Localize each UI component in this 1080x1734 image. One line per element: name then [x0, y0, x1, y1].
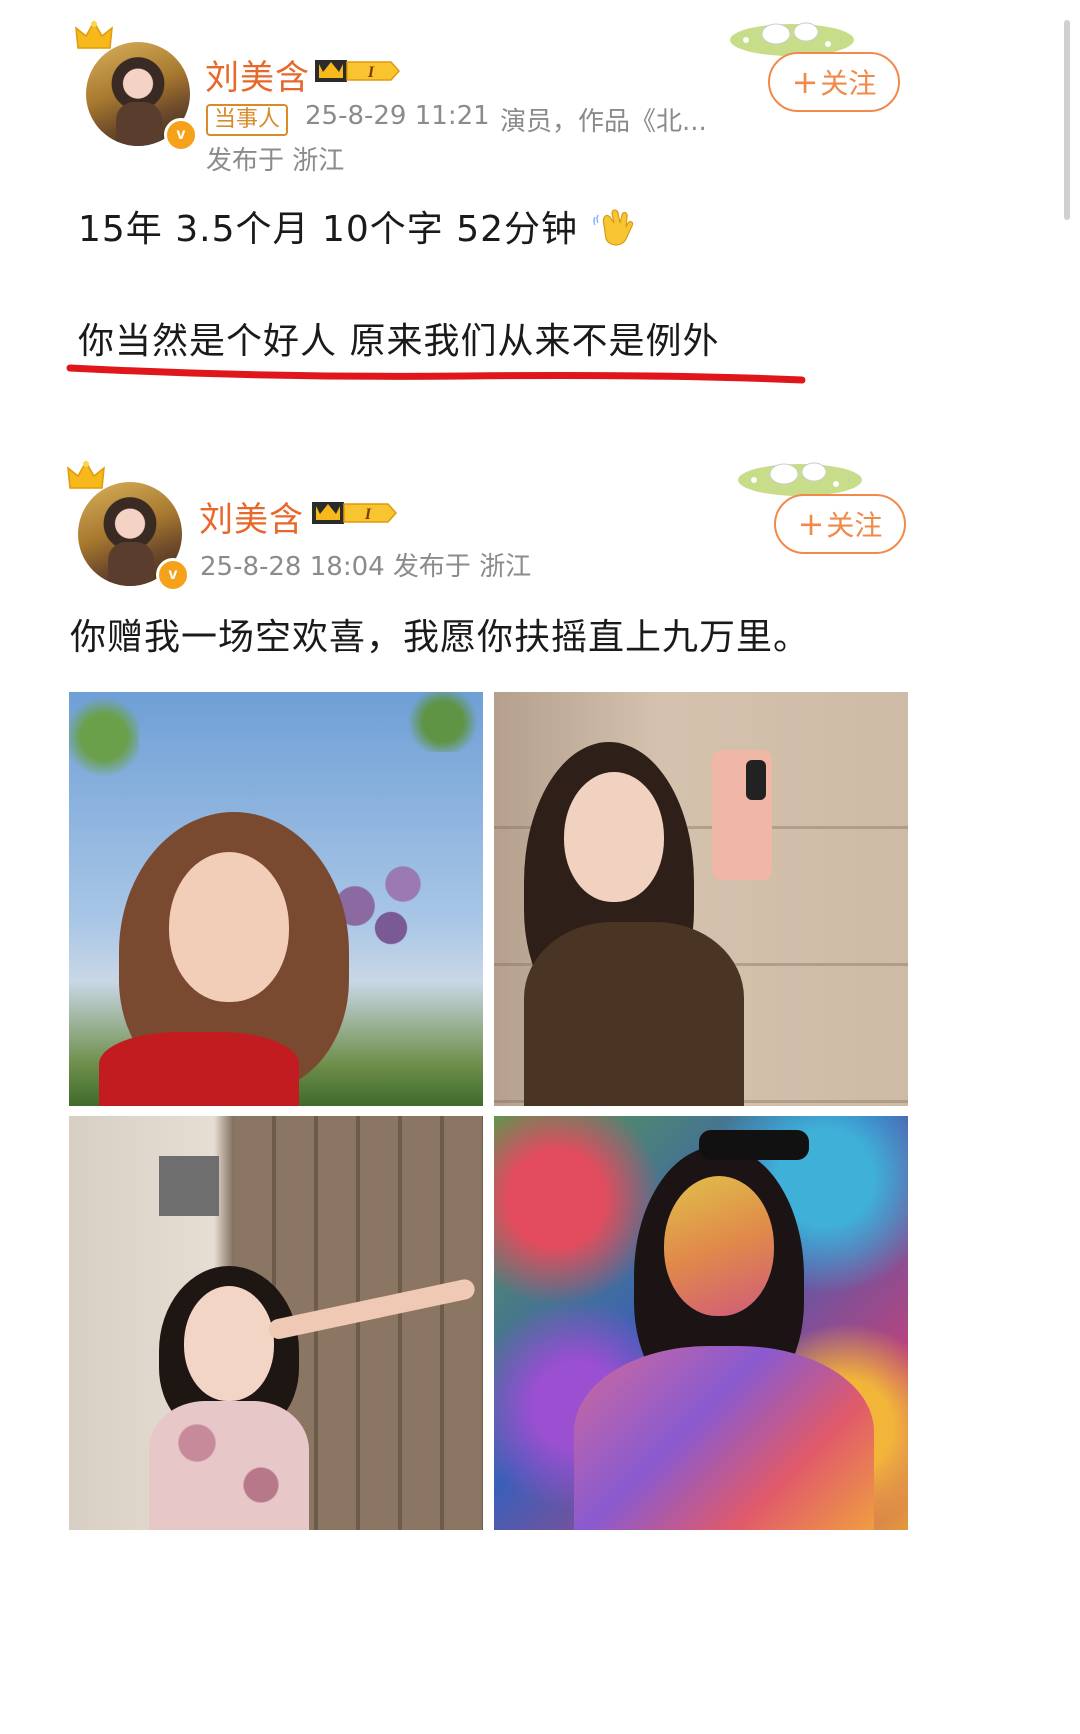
svg-text:I: I — [364, 506, 372, 523]
username[interactable]: 刘美含 — [205, 50, 310, 99]
follow-button[interactable]: +关注 — [774, 494, 906, 554]
verified-badge-icon: v — [156, 558, 190, 592]
post-text: 你赠我一场空欢喜，我愿你扶摇直上九万里。 — [70, 617, 811, 658]
scrollbar[interactable] — [1064, 20, 1070, 220]
timestamp-location: 25-8-28 18:04 发布于 浙江 — [200, 552, 532, 582]
photo-colorful-lights[interactable] — [494, 1116, 908, 1530]
timestamp: 25-8-29 11:21 — [305, 101, 490, 131]
plus-icon: + — [791, 63, 819, 101]
avatar[interactable]: v — [66, 460, 196, 592]
post-text-line-2: 你当然是个好人 原来我们从来不是例外 — [78, 321, 720, 362]
crown-icon — [75, 20, 113, 49]
vip-badge-icon: I — [315, 60, 401, 82]
red-underline-annotation — [66, 364, 806, 384]
location: 发布于 浙江 — [206, 146, 345, 176]
weibo-post-1: v 刘美含 I 当事人 25-8-29 11:21 演员，作品《北... 发布于… — [0, 0, 1080, 470]
post-text-line-1: 15年 3.5个月 10个字 52分钟 — [78, 200, 636, 252]
verified-badge-icon: v — [164, 118, 198, 152]
photo-wooden-door[interactable] — [69, 1116, 483, 1530]
avatar[interactable]: v — [74, 20, 204, 152]
sheep-decoration-icon — [738, 462, 862, 496]
plus-icon: + — [797, 505, 825, 543]
svg-text:I: I — [367, 64, 375, 81]
post-text-1: 15年 3.5个月 10个字 52分钟 — [78, 209, 579, 250]
bio: 演员，作品《北... — [500, 107, 707, 137]
waving-hand-icon — [593, 209, 634, 246]
follow-button[interactable]: +关注 — [768, 52, 900, 112]
vip-badge-icon: I — [312, 502, 398, 524]
crown-icon — [67, 460, 105, 489]
weibo-post-2: v 刘美含 I 25-8-28 18:04 发布于 浙江 +关注 你赠我一场空欢… — [0, 460, 1080, 1734]
follow-label: 关注 — [826, 509, 883, 542]
username[interactable]: 刘美含 — [199, 492, 304, 541]
follow-label: 关注 — [820, 67, 877, 100]
photo-mirror-selfie[interactable] — [494, 692, 908, 1106]
party-tag: 当事人 — [206, 104, 289, 136]
photo-sky-flowers[interactable] — [69, 692, 483, 1106]
